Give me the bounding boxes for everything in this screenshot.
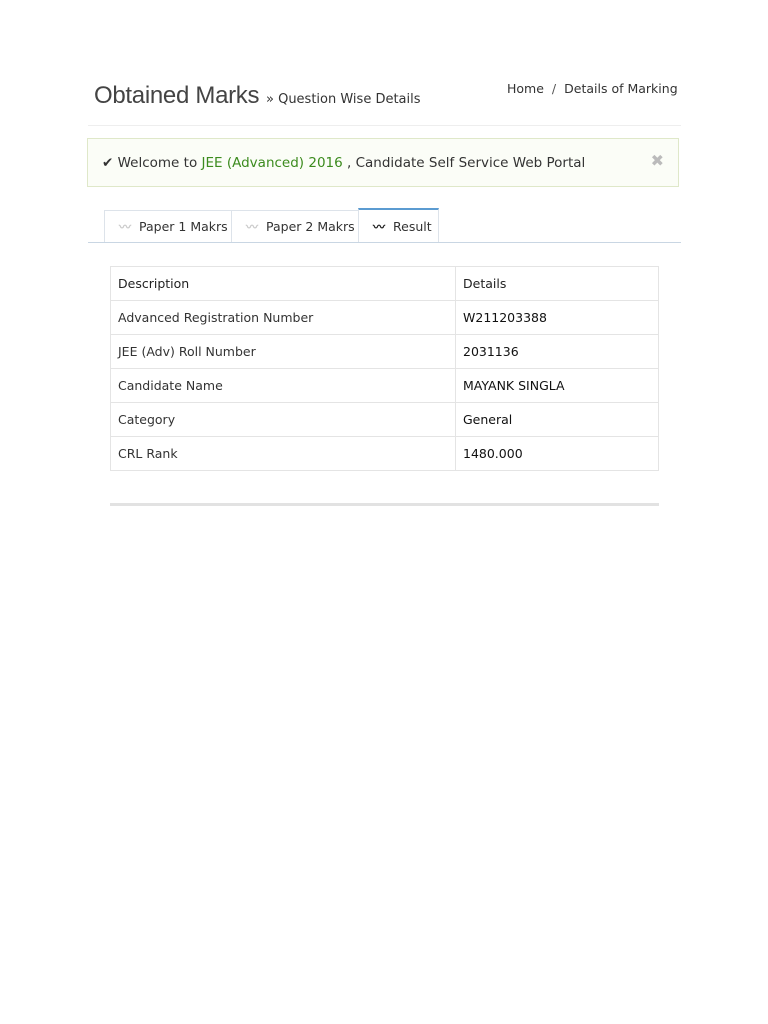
result-table: Description Details Advanced Registratio… [110,266,659,471]
tab-paper-1-marks[interactable]: 〰 Paper 1 Makrs [104,210,232,242]
tab-paper-2-marks[interactable]: 〰 Paper 2 Makrs [231,210,359,242]
rss-icon: 〰 [246,220,259,234]
row-value: W211203388 [455,300,659,335]
column-header: Details [455,266,659,301]
check-icon: ✔ [102,155,114,171]
page-title: Obtained Marks [94,82,260,109]
row-label: Category [110,402,456,437]
rss-icon: 〰 [373,219,386,234]
close-icon[interactable]: ✖ [651,151,664,170]
rss-icon: 〰 [119,220,132,234]
alert-highlight: JEE (Advanced) 2016 [201,155,343,171]
alert-message: ✔ Welcome to JEE (Advanced) 2016 , Candi… [102,155,585,171]
row-value: MAYANK SINGLA [455,368,659,403]
bottom-rule [110,503,659,506]
breadcrumb-current: Details of Marking [564,81,678,96]
breadcrumb-separator: / [551,81,557,96]
table-row: JEE (Adv) Roll Number 2031136 [110,334,659,369]
table-row: Candidate Name MAYANK SINGLA [110,368,659,403]
row-label: JEE (Adv) Roll Number [110,334,456,369]
breadcrumb-home[interactable]: Home [507,81,544,96]
tab-label: Paper 2 Makrs [266,219,355,234]
row-label: Candidate Name [110,368,456,403]
column-header: Description [110,266,456,301]
table-row: Advanced Registration Number W211203388 [110,300,659,335]
alert-suffix: , Candidate Self Service Web Portal [347,155,586,171]
table-row: CRL Rank 1480.000 [110,436,659,471]
row-value: 2031136 [455,334,659,369]
alert-prefix: Welcome to [117,155,198,171]
table-header-row: Description Details [110,266,659,301]
table-row: Category General [110,402,659,437]
tab-bar-line [88,242,681,243]
welcome-alert: ✔ Welcome to JEE (Advanced) 2016 , Candi… [87,138,679,187]
page-subtitle: » Question Wise Details [266,92,421,107]
divider [88,125,681,126]
row-value: General [455,402,659,437]
row-label: CRL Rank [110,436,456,471]
breadcrumb: Home / Details of Marking [507,81,678,96]
tab-result[interactable]: 〰 Result [358,208,439,242]
row-label: Advanced Registration Number [110,300,456,335]
tab-label: Paper 1 Makrs [139,219,228,234]
crl-rank-link[interactable]: 1480.000 [455,436,659,471]
tab-label: Result [393,218,432,234]
